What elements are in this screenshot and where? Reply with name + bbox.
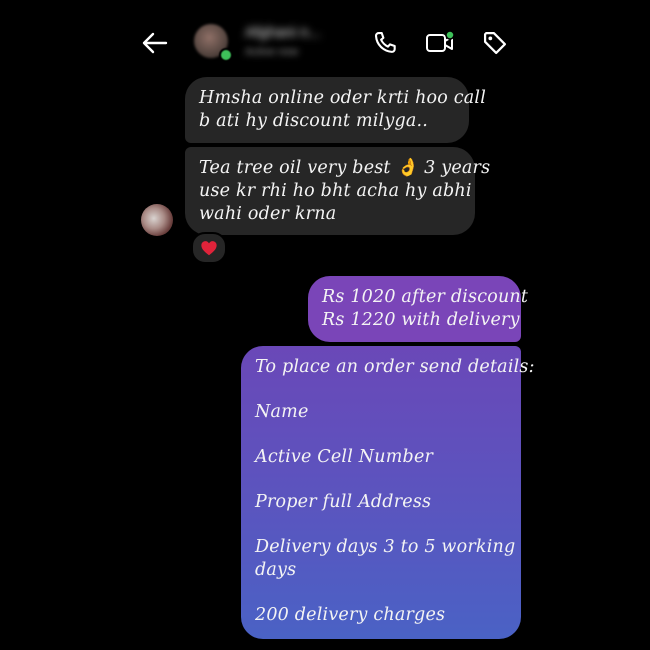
- message-paragraph: Active Cell Number: [255, 447, 434, 467]
- tag-icon: [483, 31, 507, 55]
- contact-status: Active now: [245, 46, 299, 58]
- message-paragraph: Delivery days 3 to 5 working days: [255, 537, 516, 580]
- message-reaction[interactable]: [191, 232, 227, 264]
- message-text-line: wahi oder krna: [199, 204, 337, 224]
- audio-call-button[interactable]: [368, 28, 402, 58]
- message-text-line: Rs 1020 after discount: [322, 287, 529, 307]
- video-call-button[interactable]: [422, 28, 458, 58]
- message-paragraph: Name: [255, 402, 309, 422]
- incoming-message-bubble[interactable]: Tea tree oil very best 👌 3 years use kr …: [185, 147, 491, 235]
- message-text-line: Hmsha online oder krti hoo call: [199, 88, 487, 108]
- sender-avatar[interactable]: [141, 204, 173, 236]
- message-text-line: Tea tree oil very best 👌 3 years: [199, 158, 491, 178]
- message-paragraph: To place an order send details:: [255, 357, 535, 377]
- message-text-line: use kr rhi ho bht acha hy abhi: [199, 181, 472, 201]
- message-text-line: b ati hy discount milyga..: [199, 111, 428, 131]
- incoming-message-bubble[interactable]: Hmsha online oder krti hoo call b ati hy…: [185, 77, 487, 143]
- heart-icon: [201, 241, 217, 256]
- contact-name[interactable]: Afghani n...: [245, 24, 355, 42]
- tag-button[interactable]: [478, 28, 512, 58]
- chat-header: Afghani n... Active now: [0, 0, 650, 84]
- back-button[interactable]: [138, 28, 170, 58]
- message-paragraph: Proper full Address: [255, 492, 432, 512]
- message-paragraph: 200 delivery charges: [255, 605, 446, 625]
- message-text-line: Rs 1220 with delivery: [322, 310, 520, 330]
- phone-icon: [374, 32, 396, 53]
- outgoing-message-bubble[interactable]: To place an order send details: Name Act…: [241, 346, 535, 639]
- outgoing-message-bubble[interactable]: Rs 1020 after discount Rs 1220 with deli…: [308, 276, 529, 342]
- back-arrow-icon: [142, 32, 168, 54]
- video-call-icon: [426, 30, 455, 52]
- online-indicator: [219, 48, 233, 62]
